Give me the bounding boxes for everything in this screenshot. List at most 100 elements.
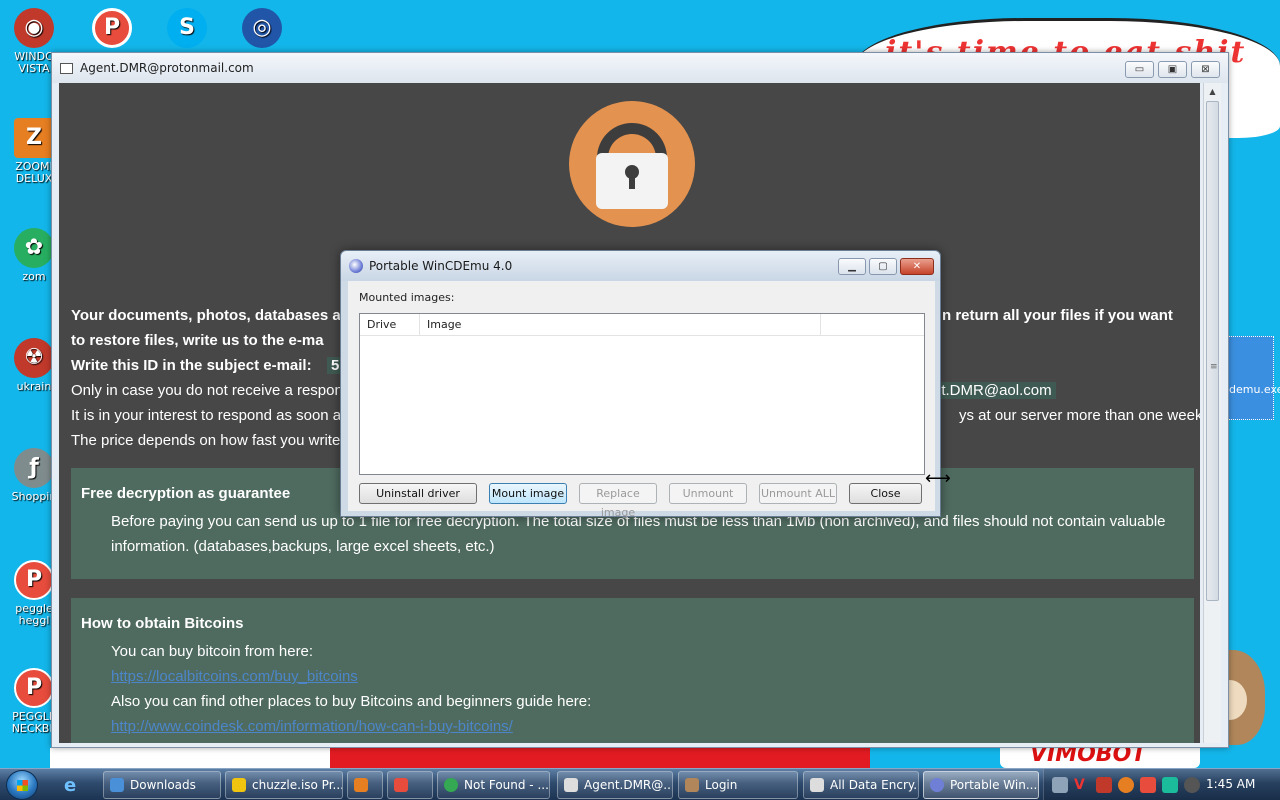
peggle-icon: P bbox=[92, 8, 132, 48]
mounted-images-list[interactable]: Drive Image bbox=[359, 313, 925, 475]
localbitcoins-link[interactable]: https://localbitcoins.com/buy_bitcoins bbox=[111, 668, 358, 685]
desktop-icon-skype[interactable]: S bbox=[155, 8, 219, 51]
tray-network-icon[interactable] bbox=[1162, 777, 1178, 793]
ransom-para-line1-left: Your documents, photos, databases a bbox=[71, 307, 341, 324]
taskbar-item-all-data-encrypted[interactable]: All Data Encry... bbox=[803, 771, 919, 799]
tray-app-icon[interactable] bbox=[1052, 777, 1068, 793]
resize-cursor-icon: ⟷ bbox=[925, 468, 951, 489]
column-header-image[interactable]: Image bbox=[420, 314, 821, 336]
column-header-extra[interactable] bbox=[821, 314, 924, 336]
close-dialog-button[interactable]: Close bbox=[849, 483, 922, 504]
tray-volume-icon[interactable] bbox=[1184, 777, 1200, 793]
wincdemu-minimize-button[interactable]: ▁ bbox=[838, 258, 866, 275]
skype-icon: S bbox=[167, 8, 207, 48]
lock-keyhole-stem bbox=[629, 175, 635, 189]
taskbar-item-media[interactable] bbox=[347, 771, 383, 799]
desktop-icon-label: WINDO VISTA bbox=[14, 50, 54, 75]
wincdemu-maximize-button[interactable]: ▢ bbox=[869, 258, 897, 275]
window-icon bbox=[564, 778, 578, 792]
desktop-icon-label: demu.exe bbox=[1229, 383, 1280, 396]
coindesk-link[interactable]: http://www.coindesk.com/information/how-… bbox=[111, 718, 513, 735]
scrollbar-thumb[interactable]: ≡ bbox=[1206, 101, 1219, 601]
tray-search-icon[interactable] bbox=[1118, 777, 1134, 793]
column-header-drive[interactable]: Drive bbox=[360, 314, 420, 336]
window-app-icon bbox=[60, 62, 73, 74]
taskbar-item-wincdemu[interactable]: Portable Win... bbox=[923, 771, 1039, 799]
zoomi-icon: Z bbox=[14, 118, 54, 158]
taskbar-item-label: Agent.DMR@... bbox=[584, 778, 673, 792]
taskbar-item-chrome[interactable]: Not Found - ... bbox=[437, 771, 550, 799]
mounted-images-label: Mounted images: bbox=[359, 291, 455, 304]
ransom-window-title: Agent.DMR@protonmail.com bbox=[80, 61, 254, 75]
scrollbar-grip-icon: ≡ bbox=[1210, 362, 1218, 372]
wincdemu-icon bbox=[930, 778, 944, 792]
taskbar-item-downloads[interactable]: Downloads bbox=[103, 771, 221, 799]
taskbar-item-label: Not Found - ... bbox=[464, 778, 549, 792]
chuzzle-iso-icon bbox=[232, 778, 246, 792]
contact-email-value: nt.DMR@aol.com bbox=[929, 382, 1056, 399]
bitcoin-line1: You can buy bitcoin from here: bbox=[111, 643, 314, 660]
ransom-para-line5-left: It is in your interest to respond as soo… bbox=[71, 407, 342, 424]
taskbar: e Downloads chuzzle.iso Pr... Not Found … bbox=[0, 768, 1280, 800]
desktop-icon-label: ZOOMI DELUX bbox=[15, 160, 53, 185]
bitcoin-title: How to obtain Bitcoins bbox=[81, 615, 244, 632]
taskbar-item-agent-dmr[interactable]: Agent.DMR@... bbox=[557, 771, 673, 799]
maximize-button[interactable]: ▣ bbox=[1158, 61, 1187, 78]
wincdemu-title: Portable WinCDEmu 4.0 bbox=[369, 259, 513, 273]
desktop-icon-label: zom bbox=[22, 270, 46, 283]
ransom-para-line4-left: Only in case you do not receive a respon bbox=[71, 382, 343, 399]
desktop-icon-wincdemu-exe[interactable]: demu.exe bbox=[1228, 336, 1280, 420]
vertical-scrollbar[interactable]: ▲ ≡ bbox=[1203, 83, 1221, 743]
ransom-para-line1-right: n return all your files if you want bbox=[942, 307, 1173, 324]
close-button[interactable]: ⊠ bbox=[1191, 61, 1220, 78]
radiation-icon: ☢ bbox=[14, 338, 54, 378]
desktop-icon-globe[interactable]: ◎ bbox=[230, 8, 294, 51]
guarantee-title: Free decryption as guarantee bbox=[81, 485, 291, 502]
tray-flag-icon[interactable] bbox=[1140, 777, 1156, 793]
start-button[interactable] bbox=[6, 770, 38, 800]
desktop-icon-label: PEGGLE NECKBE bbox=[11, 710, 57, 735]
taskbar-item-chuzzle[interactable]: chuzzle.iso Pr... bbox=[225, 771, 343, 799]
uninstall-driver-button[interactable]: Uninstall driver bbox=[359, 483, 477, 504]
wincdemu-dialog: Portable WinCDEmu 4.0 ▁ ▢ ✕ Mounted imag… bbox=[340, 250, 941, 519]
taskbar-item-label: All Data Encry... bbox=[830, 778, 919, 792]
ransom-para-line5-right: ys at our server more than one week. bbox=[959, 407, 1200, 424]
unmount-all-button[interactable]: Unmount ALL bbox=[759, 483, 837, 504]
window-icon bbox=[810, 778, 824, 792]
bitcoin-line2: Also you can find other places to buy Bi… bbox=[111, 693, 592, 710]
taskbar-item-paint[interactable] bbox=[387, 771, 433, 799]
minimize-button[interactable]: ▭ bbox=[1125, 61, 1154, 78]
taskbar-item-login[interactable]: Login bbox=[678, 771, 798, 799]
ransom-window-titlebar[interactable]: Agent.DMR@protonmail.com bbox=[52, 53, 1228, 83]
list-header: Drive Image bbox=[360, 314, 924, 336]
internet-explorer-icon[interactable]: e bbox=[64, 775, 84, 796]
desktop-icon-label: ukrain bbox=[16, 380, 52, 393]
taskbar-item-label: Portable Win... bbox=[950, 778, 1038, 792]
replace-image-button[interactable]: Replace image bbox=[579, 483, 657, 519]
wincdemu-close-button[interactable]: ✕ bbox=[900, 258, 934, 275]
guarantee-line2: information. (databases,backups, large e… bbox=[111, 538, 495, 555]
taskbar-item-label: chuzzle.iso Pr... bbox=[252, 778, 343, 792]
taskbar-item-label: Downloads bbox=[130, 778, 196, 792]
ransom-para-line3-left: Write this ID in the subject e-mail: bbox=[71, 357, 312, 374]
taskbar-clock[interactable]: 1:45 AM bbox=[1206, 777, 1255, 791]
chrome-icon bbox=[444, 778, 458, 792]
wallpaper-bottom-red bbox=[330, 745, 870, 768]
desktop-icon-peggle[interactable]: P bbox=[80, 8, 144, 51]
tray-v-icon[interactable]: V bbox=[1074, 777, 1090, 793]
wallpaper-bottom-left bbox=[50, 748, 330, 768]
globe-icon: ◎ bbox=[242, 8, 282, 48]
downloads-icon bbox=[110, 778, 124, 792]
unmount-button[interactable]: Unmount bbox=[669, 483, 747, 504]
hamster-icon bbox=[685, 778, 699, 792]
scroll-up-icon[interactable]: ▲ bbox=[1204, 83, 1221, 100]
ransom-para-line6-left: The price depends on how fast you write bbox=[71, 432, 341, 449]
desktop-icon-label: peggle heggl bbox=[15, 602, 53, 627]
wincdemu-client-area: Mounted images: Drive Image Uninstall dr… bbox=[348, 281, 935, 519]
tray-shield-icon[interactable] bbox=[1096, 777, 1112, 793]
windows-vista-icon: ◉ bbox=[14, 8, 54, 48]
wincdemu-app-icon bbox=[349, 259, 363, 273]
bitcoin-section: How to obtain Bitcoins You can buy bitco… bbox=[71, 598, 1194, 743]
mount-image-button[interactable]: Mount image bbox=[489, 483, 567, 504]
desktop-icon-label: Shoppin bbox=[11, 490, 57, 503]
